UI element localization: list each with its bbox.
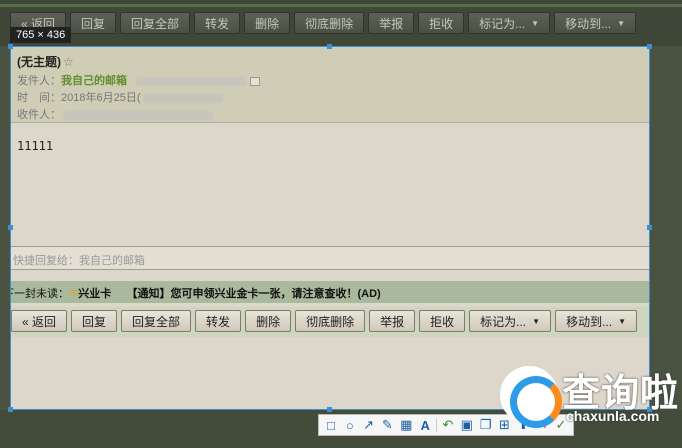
resize-handle-e[interactable]	[647, 225, 652, 230]
next-unread-label: 下一封未读：	[11, 288, 69, 300]
reject-button[interactable]: 拒收	[418, 12, 465, 34]
chevron-down-icon: ▼	[617, 18, 625, 28]
redacted-recipient	[63, 110, 213, 120]
sender-line: 发件人：我自己的邮箱	[17, 72, 261, 88]
quick-reply-input[interactable]: 快捷回复给：我自己的邮箱	[11, 246, 649, 270]
watermark-domain: chaxunla.com	[566, 408, 660, 424]
move-to-dropdown[interactable]: 移动到... ▼	[554, 12, 636, 34]
delete-button[interactable]: 删除	[245, 310, 292, 332]
forward-button[interactable]: 转发	[194, 12, 241, 34]
text-tool-icon[interactable]: A	[417, 417, 433, 434]
back-button[interactable]: « 返回	[11, 310, 68, 332]
subject-text: (无主题)	[17, 55, 61, 69]
forward-button[interactable]: 转发	[195, 310, 242, 332]
watermark-logo: 查询啦 chaxunla.com	[500, 362, 680, 428]
move-to-label: 移动到...	[566, 314, 613, 329]
report-button[interactable]: 举报	[369, 310, 416, 332]
time-value: 2018年6月25日(	[61, 92, 141, 104]
sender-name[interactable]: 我自己的邮箱	[61, 75, 127, 87]
time-line: 时 间：2018年6月25日(	[17, 89, 223, 105]
reply-all-button[interactable]: 回复全部	[121, 310, 192, 332]
outer-page-top: « 返回 回复 回复全部 转发 删除 彻底删除 举报 拒收 标记为... ▼ 移动…	[0, 0, 682, 46]
move-to-dropdown[interactable]: 移动到... ▼	[555, 310, 637, 332]
redacted-email	[136, 76, 247, 86]
rect-tool-icon[interactable]: □	[323, 417, 339, 434]
ellipse-tool-icon[interactable]: ○	[342, 417, 358, 434]
resize-handle-w[interactable]	[8, 225, 13, 230]
contact-card-icon[interactable]	[250, 76, 261, 86]
top-green-strip	[0, 4, 682, 7]
pen-tool-icon[interactable]: ✎	[380, 417, 396, 434]
resize-handle-nw[interactable]	[8, 44, 13, 49]
watermark-circle-icon	[500, 366, 562, 428]
arrow-tool-icon[interactable]: ↗	[361, 417, 377, 434]
resize-handle-sw[interactable]	[8, 407, 13, 412]
recipient-label: 收件人：	[17, 109, 61, 121]
mail-body: 11111	[17, 139, 54, 153]
chevron-down-icon: ▼	[618, 316, 626, 326]
sender-label: 发件人：	[17, 75, 61, 87]
next-unread-subject[interactable]: 【通知】您可申领兴业金卡一张，请注意查收！(AD)	[127, 288, 381, 300]
save-icon[interactable]: ▣	[459, 417, 475, 434]
delete-forever-button[interactable]: 彻底删除	[295, 310, 366, 332]
copy-icon[interactable]: ❐	[478, 417, 494, 434]
chevron-down-icon: ▼	[531, 18, 540, 28]
mark-as-dropdown[interactable]: 标记为... ▼	[468, 12, 551, 34]
mark-as-label: 标记为...	[479, 16, 526, 31]
resize-handle-s[interactable]	[327, 407, 332, 412]
envelope-icon: ✉	[69, 288, 79, 300]
star-icon[interactable]: ☆	[63, 55, 74, 69]
top-toolbar: « 返回 回复 回复全部 转发 删除 彻底删除 举报 拒收 标记为... ▼ 移动…	[10, 12, 636, 34]
recipient-line: 收件人：	[17, 106, 213, 122]
chevron-down-icon: ▼	[532, 316, 541, 326]
redacted-time	[142, 93, 223, 103]
reject-button[interactable]: 拒收	[419, 310, 466, 332]
reply-button[interactable]: 回复	[71, 310, 118, 332]
next-unread-bar: 下一封未读：✉兴业卡 【通知】您可申领兴业金卡一张，请注意查收！(AD)	[11, 281, 649, 303]
delete-forever-button[interactable]: 彻底删除	[294, 12, 365, 34]
report-button[interactable]: 举报	[368, 12, 415, 34]
mark-as-label: 标记为...	[480, 314, 527, 329]
next-unread-sender[interactable]: 兴业卡	[78, 288, 111, 300]
capture-region[interactable]: (无主题) ☆ 发件人：我自己的邮箱 时 间：2018年6月25日( 收件人： 1…	[10, 46, 650, 410]
outer-page-right	[650, 46, 682, 410]
resize-handle-ne[interactable]	[647, 44, 652, 49]
mosaic-tool-icon[interactable]: ▦	[398, 417, 414, 434]
undo-icon[interactable]: ↶	[440, 417, 456, 434]
mail-subject: (无主题) ☆	[17, 53, 74, 70]
move-to-label: 移动到...	[565, 16, 612, 31]
resize-handle-n[interactable]	[327, 44, 332, 49]
mail-header: (无主题) ☆ 发件人：我自己的邮箱 时 间：2018年6月25日( 收件人：	[11, 47, 649, 123]
reply-all-button[interactable]: 回复全部	[120, 12, 191, 34]
time-label: 时 间：	[17, 92, 61, 104]
toolbar-separator	[436, 418, 437, 432]
reply-button[interactable]: 回复	[70, 12, 117, 34]
delete-button[interactable]: 删除	[244, 12, 291, 34]
bottom-toolbar-bg: « 返回 回复 回复全部 转发 删除 彻底删除 举报 拒收 标记为... ▼ 移动…	[11, 307, 649, 337]
bottom-toolbar: « 返回 回复 回复全部 转发 删除 彻底删除 举报 拒收 标记为... ▼ 移动…	[11, 310, 637, 332]
mark-as-dropdown[interactable]: 标记为... ▼	[469, 310, 552, 332]
capture-size-label: 765 × 436	[10, 27, 72, 43]
